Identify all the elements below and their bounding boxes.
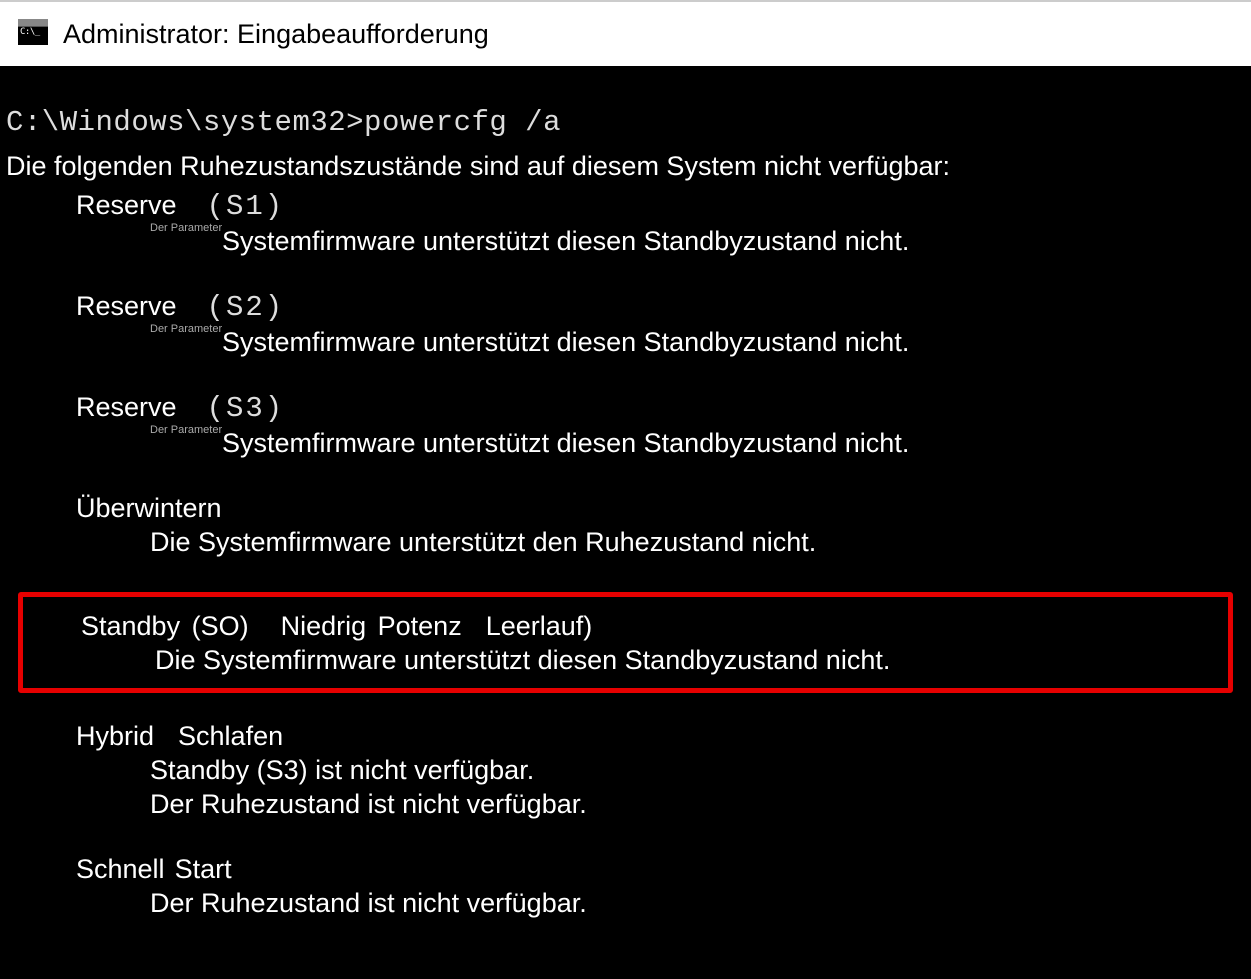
state-code: (S2) (207, 291, 285, 324)
cmd-icon (18, 19, 48, 45)
s0-part1: Standby (SO) (81, 611, 249, 641)
state-reason: Die Systemfirmware unterstützt diesen St… (23, 645, 1228, 676)
state-reason: Der Ruhezustand ist nicht verfügbar. (4, 888, 1251, 919)
state-reason: Der Ruhezustand ist nicht verfügbar. (4, 789, 1251, 820)
state-label: Reserve (76, 190, 177, 221)
state-s3: Reserve (S3) Der Parameter Systemfirmwar… (4, 392, 1251, 459)
state-reason: Die Systemfirmware unterstützt den Ruhez… (4, 527, 1251, 558)
hybrid-w2: Schlafen (178, 721, 283, 751)
s0-part2: Niedrig (281, 611, 367, 641)
state-s1: Reserve (S1) Der Parameter Systemfirmwar… (4, 190, 1251, 257)
state-code: (S1) (207, 190, 285, 223)
param-note: Der Parameter (150, 222, 222, 234)
output-header: Die folgenden Ruhezustandszustände sind … (4, 151, 1251, 182)
state-hybrid: Hybrid Schlafen Standby (S3) ist nicht ve… (4, 721, 1251, 820)
state-label: Überwintern (76, 493, 222, 523)
state-hibernate: Überwintern Die Systemfirmware unterstüt… (4, 493, 1251, 558)
state-reason: Standby (S3) ist nicht verfügbar. (4, 755, 1251, 786)
hybrid-w1: Hybrid (76, 721, 154, 751)
terminal-area[interactable]: C:\Windows\system32>powercfg /a Die folg… (0, 66, 1251, 919)
s0-part3: Potenz (378, 611, 462, 641)
state-label: Reserve (76, 392, 177, 423)
param-note: Der Parameter (150, 323, 222, 335)
window-titlebar[interactable]: Administrator: Eingabeaufforderung (0, 0, 1251, 66)
command-output: Die folgenden Ruhezustandszustände sind … (4, 151, 1251, 919)
highlight-box: Standby (SO) Niedrig Potenz Leerlauf) Die … (18, 592, 1233, 693)
fast-w1: Schnell (76, 854, 165, 884)
s0-part4: Leerlauf) (486, 611, 593, 641)
command-prompt-line: C:\Windows\system32>powercfg /a (4, 106, 1251, 139)
state-s2: Reserve (S2) Der Parameter Systemfirmwar… (4, 291, 1251, 358)
window-title: Administrator: Eingabeaufforderung (63, 19, 489, 50)
fast-w2: Start (175, 854, 232, 884)
state-s0-title: Standby (SO) Niedrig Potenz Leerlauf) (23, 611, 1228, 642)
param-note: Der Parameter (150, 424, 222, 436)
state-code: (S3) (207, 392, 285, 425)
state-faststart: Schnell Start Der Ruhezustand ist nicht v… (4, 854, 1251, 919)
state-label: Reserve (76, 291, 177, 322)
